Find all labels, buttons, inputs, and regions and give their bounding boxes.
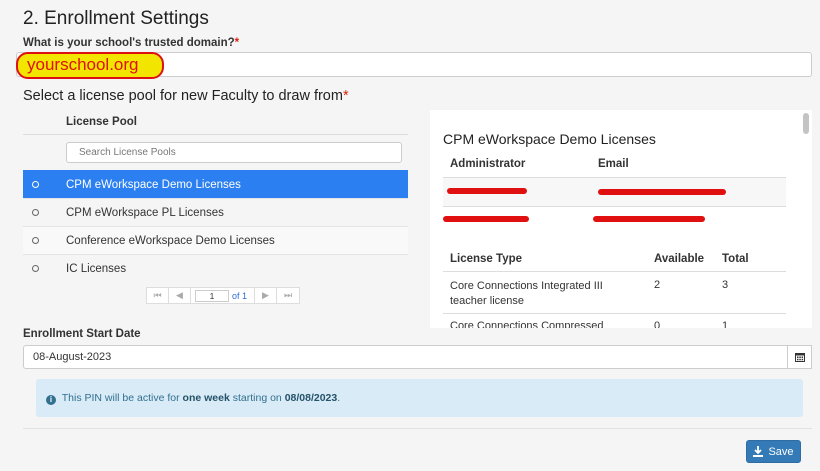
license-pool-name: CPM eWorkspace Demo Licenses (66, 179, 241, 191)
total-header: Total (722, 253, 749, 265)
available-cell: 0 (654, 320, 661, 328)
section-title: 2. Enrollment Settings (23, 8, 209, 29)
radio-button[interactable] (32, 237, 39, 244)
license-type-header: License Type (450, 253, 523, 265)
license-pool-search-input[interactable] (66, 142, 402, 163)
domain-value[interactable]: yourschool.org (16, 52, 164, 79)
license-pool-row[interactable]: IC Licenses (23, 254, 408, 282)
pin-info-alert: i This PIN will be active for one week s… (36, 379, 803, 417)
enrollment-start-date-input[interactable]: 08-August-2023 (23, 345, 812, 369)
alert-duration: one week (182, 392, 230, 404)
divider (23, 134, 408, 135)
radio-button[interactable] (32, 209, 39, 216)
divider (443, 313, 786, 314)
license-pool-label: Select a license pool for new Faculty to… (23, 88, 349, 104)
available-cell: 2 (654, 279, 661, 291)
administrator-header: Administrator (450, 158, 526, 170)
alert-prefix: This PIN will be active for (61, 392, 180, 404)
alert-date: 08/08/2023 (284, 392, 338, 404)
calendar-button[interactable] (787, 345, 812, 369)
page-count: of 1 (232, 290, 248, 301)
redaction-mark (443, 216, 529, 222)
license-pool-row[interactable]: Conference eWorkspace Demo Licenses (23, 226, 408, 254)
page-number-group: 1 of 1 (191, 288, 256, 303)
enrollment-start-date-label: Enrollment Start Date (23, 328, 141, 340)
last-page-icon[interactable]: ⏭ (277, 288, 299, 303)
first-page-icon[interactable]: ⏮ (147, 288, 169, 303)
domain-label: What is your school's trusted domain?* (23, 37, 240, 49)
license-pool-name: Conference eWorkspace Demo Licenses (66, 235, 275, 247)
total-cell: 3 (722, 279, 729, 291)
redaction-mark (598, 189, 726, 195)
license-pool-row[interactable]: CPM eWorkspace Demo Licenses (23, 170, 408, 198)
total-cell: 1 (722, 320, 729, 328)
administrator-row (443, 207, 786, 235)
save-button[interactable]: Save (746, 440, 801, 463)
license-pool-row[interactable]: CPM eWorkspace PL Licenses (23, 198, 408, 226)
administrator-row (443, 178, 786, 206)
detail-scrollbar-thumb[interactable] (803, 113, 809, 134)
page-number-input[interactable]: 1 (195, 289, 229, 302)
license-pool-detail-panel: CPM eWorkspace Demo Licenses Administrat… (430, 110, 812, 328)
detail-title: CPM eWorkspace Demo Licenses (443, 131, 656, 147)
license-type-cell: Core Connections Compressed (450, 320, 604, 328)
detail-scrollbar[interactable] (800, 112, 810, 326)
previous-page-icon[interactable]: ◀ (169, 288, 191, 303)
radio-button[interactable] (32, 265, 39, 272)
save-label: Save (768, 445, 794, 458)
alert-middle: starting on (232, 392, 282, 404)
download-icon (753, 446, 764, 457)
next-page-icon[interactable]: ▶ (255, 288, 278, 303)
redaction-mark (593, 216, 705, 222)
divider (443, 271, 786, 272)
email-header: Email (598, 158, 629, 170)
available-header: Available (654, 253, 705, 265)
license-type-cell: Core Connections Integrated III teacher … (450, 280, 603, 307)
license-pool-name: IC Licenses (66, 263, 127, 275)
alert-suffix: . (337, 392, 341, 404)
info-icon: i (46, 395, 56, 405)
calendar-icon (794, 353, 805, 362)
license-pool-column-header: License Pool (66, 116, 137, 128)
redaction-mark (447, 188, 527, 194)
divider (23, 428, 812, 429)
radio-button[interactable] (32, 181, 39, 188)
pagination: ⏮ ◀ 1 of 1 ▶ ⏭ (146, 287, 301, 304)
license-pool-name: CPM eWorkspace PL Licenses (66, 207, 224, 219)
